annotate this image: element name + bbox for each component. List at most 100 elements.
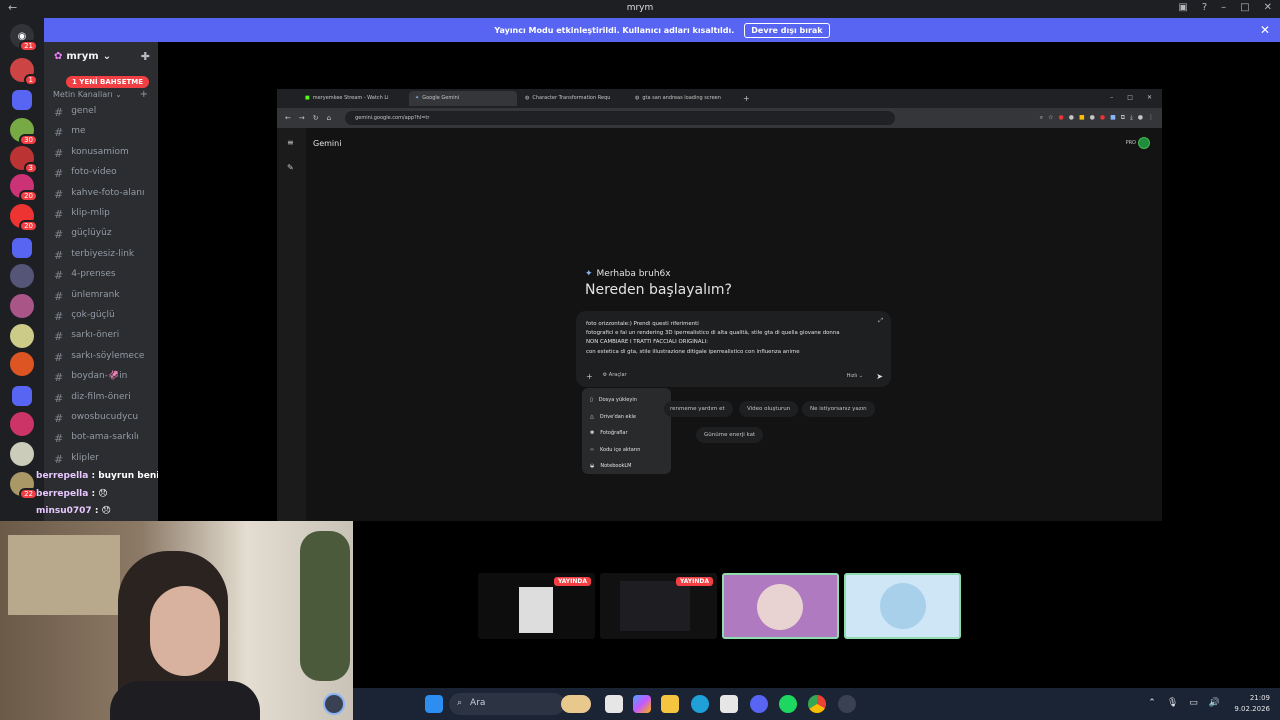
server-icon[interactable] — [10, 442, 34, 466]
stream-thumbnail[interactable]: YAYINDA — [600, 573, 717, 639]
reload-icon[interactable]: ↻ — [313, 114, 319, 122]
file-explorer-icon[interactable] — [661, 695, 679, 713]
close-icon[interactable]: ✕ — [1264, 2, 1272, 13]
clock[interactable]: 21:09 9.02.2026 — [1234, 693, 1270, 715]
channel-item[interactable]: # diz-film-öneri — [54, 392, 131, 405]
star-icon[interactable]: ☆ — [1048, 114, 1053, 122]
stream-thumbnail[interactable]: YAYINDA — [478, 573, 595, 639]
stream-thumbnail[interactable] — [722, 573, 839, 639]
avatar[interactable] — [1138, 137, 1150, 149]
server-icon[interactable] — [10, 324, 34, 348]
send-icon[interactable]: ➤ — [876, 372, 883, 381]
channel-item[interactable]: # çok-güçlü — [54, 310, 115, 323]
prompt-input[interactable]: ⤢ foto orizzontale:) Prendi questi rifer… — [576, 311, 891, 387]
category-label[interactable]: Metin Kanalları ⌄ — [53, 90, 122, 99]
help-icon[interactable]: ? — [1202, 2, 1207, 13]
home-button[interactable]: ◉ 21 — [10, 24, 38, 52]
add-channel-icon[interactable]: + — [140, 89, 148, 100]
folder-icon[interactable] — [12, 90, 32, 110]
store-icon[interactable] — [720, 695, 738, 713]
chat-username[interactable]: minsu0707 — [36, 506, 92, 516]
more-icon[interactable]: ⋮ — [1148, 114, 1154, 122]
server-header[interactable]: ✿ mrym ⌄ ✚ — [44, 42, 158, 70]
new-chat-icon[interactable]: ✎ — [287, 163, 294, 172]
copilot-icon[interactable] — [633, 695, 651, 713]
channel-item[interactable]: # güçlüyüz — [54, 228, 112, 241]
minimize-icon[interactable]: – — [1221, 2, 1226, 13]
channel-item[interactable]: # boydan-🦑in — [54, 371, 127, 384]
channel-item[interactable]: # klip-mlip — [54, 208, 110, 221]
chrome-icon[interactable] — [808, 695, 826, 713]
task-view-icon[interactable] — [605, 695, 623, 713]
extension-icon[interactable]: ■ — [1079, 114, 1085, 122]
browser-tab-active[interactable]: ✦ Google Gemini — [409, 91, 517, 106]
search-box[interactable]: ⌕ Ara — [449, 693, 565, 715]
maximize-icon[interactable]: □ — [1240, 2, 1249, 13]
close-icon[interactable]: ✕ — [1147, 94, 1152, 101]
suggestion-chip[interactable]: renmeme yardım et — [664, 401, 733, 417]
browser-tab[interactable]: ■ meryemkee Stream - Watch Li — [299, 91, 407, 106]
channel-item[interactable]: # owosbucudycu — [54, 412, 138, 425]
server-icon[interactable]: 3 — [10, 146, 38, 174]
server-icon[interactable] — [10, 412, 34, 436]
extension-icon[interactable]: ● — [1090, 114, 1095, 122]
tools-button[interactable]: ⚙ Araçlar — [603, 372, 627, 381]
home-icon[interactable]: ⌂ — [327, 114, 331, 122]
profile-icon[interactable]: ● — [1138, 114, 1143, 122]
browser-tab[interactable]: ◍ Character Transformation Requ — [519, 91, 627, 106]
suggestion-chip[interactable]: Günüme enerji kat — [696, 427, 764, 443]
expand-icon[interactable]: ⤢ — [878, 317, 883, 325]
minimize-icon[interactable]: – — [1110, 94, 1113, 101]
server-icon[interactable] — [10, 352, 34, 376]
model-select[interactable]: Hızlı ⌄ — [847, 373, 863, 379]
discord-icon[interactable] — [750, 695, 768, 713]
extension-icon[interactable]: ■ — [1110, 114, 1116, 122]
menu-item-code[interactable]: ‹› Kodu içe aktarın — [582, 442, 671, 459]
disable-button[interactable]: Devre dışı bırak — [744, 22, 830, 38]
menu-item-drive[interactable]: △ Drive'dan ekle — [582, 409, 671, 426]
maximize-icon[interactable]: □ — [1127, 94, 1133, 101]
start-icon[interactable] — [425, 695, 443, 713]
channel-item[interactable]: # terbiyesiz-link — [54, 249, 134, 262]
channel-item[interactable]: # ünlemrank — [54, 290, 120, 303]
chat-username[interactable]: berrepella — [36, 489, 88, 499]
folder-icon[interactable] — [12, 238, 32, 258]
stream-thumbnail[interactable] — [844, 573, 961, 639]
channel-item[interactable]: # bot-ama-sarkılı — [54, 432, 139, 445]
channel-item[interactable]: # konusamiom — [54, 147, 129, 160]
microphone-icon[interactable]: 🎙 — [1167, 698, 1178, 708]
server-icon[interactable] — [10, 264, 34, 288]
new-mention-pill[interactable]: 1 YENİ BAHSETME — [66, 76, 150, 88]
server-icon[interactable] — [10, 294, 34, 318]
folder-icon[interactable] — [12, 386, 32, 406]
edge-icon[interactable] — [691, 695, 709, 713]
menu-item-photos[interactable]: ✽ Fotoğraflar — [582, 425, 671, 442]
forward-icon[interactable]: → — [299, 114, 305, 122]
channel-item[interactable]: # kahve-foto-alanı — [54, 188, 144, 201]
suggestion-chip[interactable]: Ne istiyorsanız yazın — [802, 401, 875, 417]
channel-item[interactable]: # genel — [54, 106, 96, 119]
menu-item-notebooklm[interactable]: ◒ NotebookLM — [582, 458, 671, 475]
widget-icon[interactable] — [561, 695, 591, 713]
extension-icon[interactable]: ● — [1100, 114, 1105, 122]
address-bar[interactable]: gemini.google.com/app?hl=tr — [345, 111, 896, 125]
puzzle-icon[interactable]: ⧉ — [1121, 114, 1125, 122]
search-icon[interactable]: ⌕ — [1040, 114, 1043, 122]
channel-item[interactable]: # me — [54, 126, 86, 139]
server-icon[interactable]: 22 — [10, 472, 38, 500]
server-icon[interactable]: 20 — [10, 174, 38, 202]
channel-item[interactable]: #4-prenses — [54, 269, 116, 282]
server-icon[interactable]: 20 — [10, 204, 38, 232]
channel-item[interactable]: # sarkı-söylemece — [54, 351, 144, 364]
back-icon[interactable]: ← — [285, 114, 291, 122]
plus-icon[interactable]: + — [586, 372, 593, 381]
spotify-icon[interactable] — [779, 695, 797, 713]
obs-icon[interactable] — [323, 693, 345, 715]
extension-icon[interactable]: ● — [1058, 114, 1063, 122]
display-icon[interactable]: ▭ — [1189, 698, 1198, 708]
menu-icon[interactable]: ≡ — [287, 138, 294, 147]
browser-tab[interactable]: ◍ gta san andreas loading screen — [629, 91, 737, 106]
chat-username[interactable]: berrepella — [36, 471, 88, 481]
chevron-up-icon[interactable]: ⌃ — [1148, 698, 1156, 708]
channel-item[interactable]: # sarkı-öneri — [54, 330, 119, 343]
